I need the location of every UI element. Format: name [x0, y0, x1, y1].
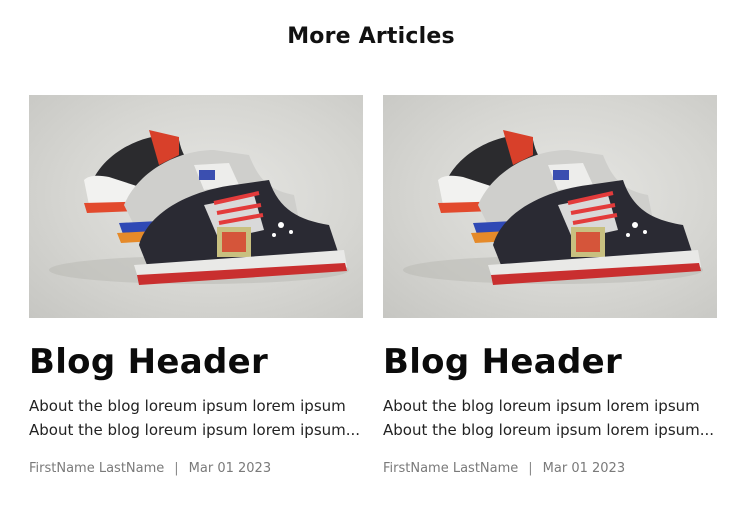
- article-meta: FirstName LastName | Mar 01 2023: [383, 461, 717, 476]
- section-title: More Articles: [287, 24, 455, 49]
- article-date: Mar 01 2023: [188, 461, 272, 476]
- article-description-line: About the blog loreum ipsum lorem ipsum: [383, 397, 700, 415]
- article-description-line: About the blog loreum ipsum lorem ipsum.…: [29, 421, 361, 439]
- article-card[interactable]: Blog Header About the blog loreum ipsum …: [383, 95, 717, 476]
- article-card[interactable]: Blog Header About the blog loreum ipsum …: [29, 95, 363, 476]
- article-description-line: About the blog loreum ipsum lorem ipsum.…: [383, 421, 715, 439]
- article-description-line: About the blog loreum ipsum lorem ipsum: [29, 397, 346, 415]
- more-articles-page: More Articles Blog Header About the blog…: [0, 0, 742, 510]
- article-thumbnail[interactable]: [383, 95, 717, 318]
- sneakers-image: [49, 130, 349, 285]
- article-date: Mar 01 2023: [542, 461, 626, 476]
- article-meta: FirstName LastName | Mar 01 2023: [29, 461, 363, 476]
- meta-separator: |: [528, 461, 533, 476]
- article-list: Blog Header About the blog loreum ipsum …: [29, 95, 717, 476]
- article-description: About the blog loreum ipsum lorem ipsum …: [383, 394, 717, 442]
- article-thumbnail[interactable]: [29, 95, 363, 318]
- article-description: About the blog loreum ipsum lorem ipsum …: [29, 394, 363, 442]
- article-author: FirstName LastName: [29, 461, 165, 476]
- sneakers-image: [403, 130, 703, 285]
- article-author: FirstName LastName: [383, 461, 519, 476]
- article-title[interactable]: Blog Header: [383, 342, 717, 382]
- article-title[interactable]: Blog Header: [29, 342, 363, 382]
- meta-separator: |: [174, 461, 179, 476]
